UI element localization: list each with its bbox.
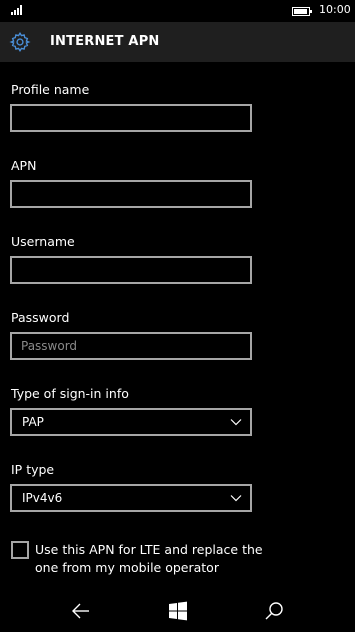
windows-logo-icon[interactable] bbox=[167, 600, 189, 622]
app-header: INTERNET APN bbox=[0, 22, 355, 62]
page-title: INTERNET APN bbox=[50, 34, 160, 49]
ip-type-select[interactable]: IPv4v6 bbox=[10, 484, 252, 512]
sign-in-type-value: PAP bbox=[22, 415, 44, 429]
status-bar: 10:00 bbox=[0, 0, 355, 22]
sign-in-type-select[interactable]: PAP bbox=[10, 408, 252, 436]
navigation-bar bbox=[0, 590, 355, 632]
username-input[interactable] bbox=[10, 256, 252, 284]
username-label: Username bbox=[11, 234, 75, 249]
ip-type-label: IP type bbox=[11, 462, 55, 477]
apn-input[interactable] bbox=[10, 180, 252, 208]
battery-icon bbox=[292, 7, 312, 16]
chevron-down-icon bbox=[230, 419, 242, 426]
signal-icon bbox=[11, 5, 25, 15]
chevron-down-icon bbox=[230, 495, 242, 502]
apn-label: APN bbox=[11, 158, 37, 173]
profile-name-label: Profile name bbox=[11, 82, 90, 97]
gear-icon bbox=[9, 32, 31, 52]
profile-name-input[interactable] bbox=[10, 104, 252, 132]
lte-checkbox-label[interactable]: Use this APN for LTE and replace the one… bbox=[35, 541, 265, 577]
lte-checkbox[interactable] bbox=[11, 541, 29, 559]
ip-type-value: IPv4v6 bbox=[22, 491, 63, 505]
search-icon[interactable] bbox=[263, 600, 285, 622]
sign-in-type-label: Type of sign-in info bbox=[11, 386, 129, 401]
password-label: Password bbox=[11, 310, 70, 325]
clock: 10:00 bbox=[319, 3, 351, 16]
back-arrow-icon[interactable] bbox=[70, 600, 92, 622]
password-input[interactable] bbox=[10, 332, 252, 360]
